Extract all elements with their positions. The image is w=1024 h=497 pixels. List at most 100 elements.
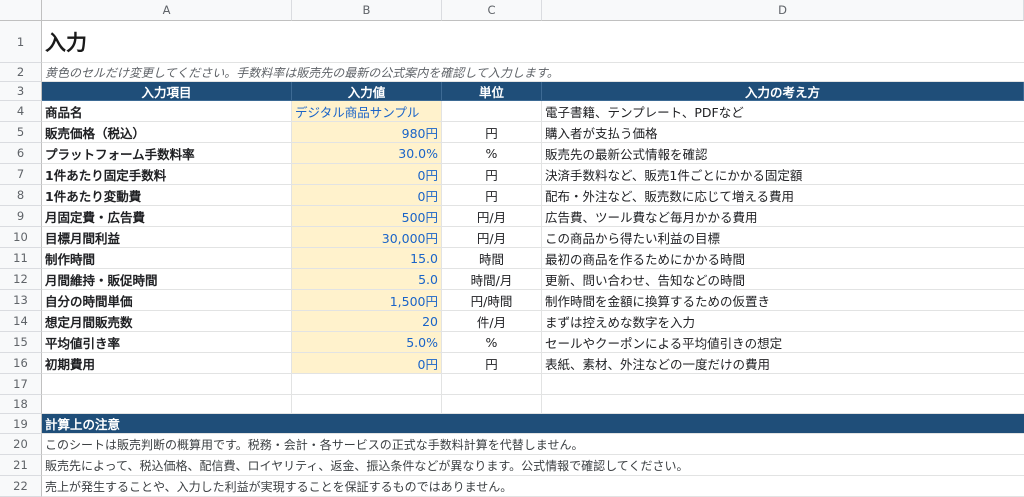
input-value-cell[interactable]: 0円 [292,353,442,374]
empty-cell[interactable] [542,374,1024,395]
description-cell[interactable]: 販売先の最新公式情報を確認 [542,143,1024,164]
unit-cell[interactable]: 円 [442,164,542,185]
input-value-cell[interactable]: 5.0 [292,269,442,290]
empty-cell[interactable] [42,374,292,395]
item-label-cell[interactable]: 自分の時間単価 [42,290,292,311]
select-all-corner[interactable] [0,0,42,21]
row-header[interactable]: 3 [0,82,42,101]
description-cell[interactable]: 広告費、ツール費など毎月かかる費用 [542,206,1024,227]
empty-cell[interactable] [292,374,442,395]
input-value-cell[interactable]: 0円 [292,164,442,185]
item-label-cell[interactable]: 想定月間販売数 [42,311,292,332]
instruction-note[interactable]: 黄色のセルだけ変更してください。手数料率は販売先の最新の公式案内を確認して入力し… [42,63,1024,82]
item-label-cell[interactable]: プラットフォーム手数料率 [42,143,292,164]
row-header[interactable]: 13 [0,290,42,311]
row-header[interactable]: 16 [0,353,42,374]
table-row: 7 1件あたり固定手数料 0円 円 決済手数料など、販売1件ごとにかかる固定額 [0,164,1024,185]
input-value-cell[interactable]: 980円 [292,122,442,143]
header-input-item[interactable]: 入力項目 [42,82,292,101]
empty-cell[interactable] [42,395,292,414]
column-header-a[interactable]: A [42,0,292,21]
header-input-value[interactable]: 入力値 [292,82,442,101]
input-value-cell[interactable]: 15.0 [292,248,442,269]
input-value-cell[interactable]: 0円 [292,185,442,206]
input-value-cell[interactable]: 5.0% [292,332,442,353]
row-header[interactable]: 1 [0,21,42,63]
column-header-c[interactable]: C [442,0,542,21]
row-header[interactable]: 10 [0,227,42,248]
item-label-cell[interactable]: 初期費用 [42,353,292,374]
input-value-cell[interactable]: 500円 [292,206,442,227]
sheet-title[interactable]: 入力 [42,21,1024,63]
row-header[interactable]: 9 [0,206,42,227]
description-cell[interactable]: この商品から得たい利益の目標 [542,227,1024,248]
footnote-text[interactable]: このシートは販売判断の概算用です。税務・会計・各サービスの正式な手数料計算を代替… [42,434,1024,455]
empty-cell[interactable] [442,395,542,414]
unit-cell[interactable] [442,101,542,122]
row-header[interactable]: 11 [0,248,42,269]
item-label-cell[interactable]: 目標月間利益 [42,227,292,248]
row-header[interactable]: 2 [0,63,42,82]
header-unit[interactable]: 単位 [442,82,542,101]
item-label-cell[interactable]: 平均値引き率 [42,332,292,353]
row-header[interactable]: 5 [0,122,42,143]
unit-cell[interactable]: 円/月 [442,206,542,227]
row-header[interactable]: 20 [0,434,42,455]
item-label-cell[interactable]: 販売価格（税込） [42,122,292,143]
item-label-cell[interactable]: 1件あたり固定手数料 [42,164,292,185]
item-label-cell[interactable]: 月固定費・広告費 [42,206,292,227]
unit-cell[interactable]: 件/月 [442,311,542,332]
input-value-cell[interactable]: 20 [292,311,442,332]
description-cell[interactable]: 配布・外注など、販売数に応じて増える費用 [542,185,1024,206]
input-value-cell[interactable]: 30,000円 [292,227,442,248]
description-cell[interactable]: 制作時間を金額に換算するための仮置き [542,290,1024,311]
input-value-cell[interactable]: デジタル商品サンプル [292,101,442,122]
header-input-rationale[interactable]: 入力の考え方 [542,82,1024,101]
section-title[interactable]: 計算上の注意 [42,414,1024,434]
footnote-text[interactable]: 販売先によって、税込価格、配信費、ロイヤリティ、返金、振込条件などが異なります。… [42,455,1024,476]
column-header-d[interactable]: D [542,0,1024,21]
row-header[interactable]: 4 [0,101,42,122]
empty-cell[interactable] [442,374,542,395]
description-cell[interactable]: 決済手数料など、販売1件ごとにかかる固定額 [542,164,1024,185]
unit-cell[interactable]: 時間 [442,248,542,269]
input-value-cell[interactable]: 1,500円 [292,290,442,311]
empty-cell[interactable] [542,395,1024,414]
row-header[interactable]: 7 [0,164,42,185]
unit-cell[interactable]: % [442,332,542,353]
item-label-cell[interactable]: 制作時間 [42,248,292,269]
input-value-cell[interactable]: 30.0% [292,143,442,164]
column-header-b[interactable]: B [292,0,442,21]
empty-cell[interactable] [292,395,442,414]
table-header-row: 3 入力項目 入力値 単位 入力の考え方 [0,82,1024,101]
row-header[interactable]: 22 [0,476,42,497]
unit-cell[interactable]: 円/時間 [442,290,542,311]
unit-cell[interactable]: 時間/月 [442,269,542,290]
row-header[interactable]: 15 [0,332,42,353]
unit-cell[interactable]: 円 [442,353,542,374]
row-header[interactable]: 19 [0,414,42,434]
item-label-cell[interactable]: 月間維持・販促時間 [42,269,292,290]
unit-cell[interactable]: % [442,143,542,164]
row-header[interactable]: 6 [0,143,42,164]
unit-cell[interactable]: 円 [442,185,542,206]
row-header[interactable]: 12 [0,269,42,290]
description-cell[interactable]: セールやクーポンによる平均値引きの想定 [542,332,1024,353]
description-cell[interactable]: 表紙、素材、外注などの一度だけの費用 [542,353,1024,374]
description-cell[interactable]: 最初の商品を作るためにかかる時間 [542,248,1024,269]
description-cell[interactable]: まずは控えめな数字を入力 [542,311,1024,332]
sheet-row-2: 2 黄色のセルだけ変更してください。手数料率は販売先の最新の公式案内を確認して入… [0,63,1024,82]
row-header[interactable]: 21 [0,455,42,476]
row-header[interactable]: 8 [0,185,42,206]
unit-cell[interactable]: 円/月 [442,227,542,248]
description-cell[interactable]: 購入者が支払う価格 [542,122,1024,143]
row-header[interactable]: 17 [0,374,42,395]
description-cell[interactable]: 電子書籍、テンプレート、PDFなど [542,101,1024,122]
unit-cell[interactable]: 円 [442,122,542,143]
row-header[interactable]: 14 [0,311,42,332]
description-cell[interactable]: 更新、問い合わせ、告知などの時間 [542,269,1024,290]
item-label-cell[interactable]: 1件あたり変動費 [42,185,292,206]
footnote-text[interactable]: 売上が発生することや、入力した利益が実現することを保証するものではありません。 [42,476,1024,497]
item-label-cell[interactable]: 商品名 [42,101,292,122]
row-header[interactable]: 18 [0,395,42,414]
